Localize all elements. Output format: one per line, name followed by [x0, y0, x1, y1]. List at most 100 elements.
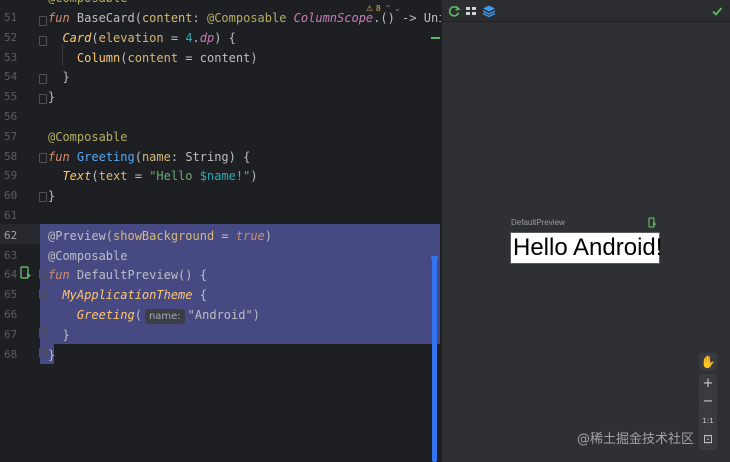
code-line[interactable]: 58 fun Greeting(name: String) { — [0, 147, 441, 167]
line-number: 62 — [4, 228, 18, 242]
code-token: ) { — [228, 149, 251, 164]
code-line[interactable]: 62 @Preview(showBackground = true) — [0, 226, 441, 246]
code-text: } — [48, 87, 55, 107]
code-line[interactable]: 57 @Composable — [0, 127, 441, 147]
preview-name-label: DefaultPreview — [511, 218, 565, 227]
code-token: Column — [76, 50, 121, 65]
code-token: = — [127, 169, 150, 184]
code-text: } — [48, 67, 70, 87]
code-text: Text(text = "Hello $name!") — [48, 166, 257, 186]
code-line[interactable]: 61 — [0, 206, 441, 226]
fold-marker[interactable] — [39, 153, 47, 163]
line-number: 54 — [4, 70, 18, 84]
fold-marker[interactable] — [39, 289, 47, 299]
inspection-widget[interactable]: ⚠ 8 ⌃ ⌄ — [366, 4, 401, 13]
code-token: @Composable — [48, 129, 128, 144]
fold-marker[interactable] — [39, 36, 47, 46]
code-token: = — [163, 30, 186, 45]
preview-run-icon[interactable] — [20, 266, 32, 280]
code-line[interactable]: 67 } — [0, 325, 441, 345]
device-icon[interactable] — [648, 217, 657, 228]
fold-marker[interactable] — [39, 192, 47, 202]
code-token: ) — [250, 50, 258, 65]
zoom-fit-button[interactable]: ⊡ — [699, 430, 717, 448]
code-line[interactable]: 59 Text(text = "Hello $name!") — [0, 166, 441, 186]
line-number: 58 — [4, 149, 18, 163]
editor-scrollbar[interactable] — [432, 258, 437, 462]
code-text: fun DefaultPreview() { — [48, 265, 207, 285]
code-token: name — [141, 149, 171, 164]
code-line[interactable]: 68} — [0, 345, 441, 365]
fold-marker[interactable] — [39, 348, 47, 358]
code-text: } — [48, 325, 69, 345]
line-number: 65 — [4, 288, 18, 302]
rendered-preview[interactable]: Hello Android! — [510, 232, 662, 264]
code-token: elevation — [98, 30, 164, 45]
code-token: ) { — [214, 30, 236, 45]
code-line[interactable]: 66 Greeting(name: "Android") — [0, 305, 441, 325]
zoom-out-button[interactable]: − — [699, 393, 717, 411]
inspection-nav-arrows[interactable]: ⌃ ⌄ — [385, 4, 401, 13]
code-token: ColumnScope — [286, 11, 374, 25]
fold-marker[interactable] — [39, 269, 47, 279]
code-text: @Composable — [48, 127, 127, 147]
fold-marker[interactable] — [39, 74, 47, 84]
layers-icon[interactable] — [482, 4, 496, 18]
code-token: Greeting — [76, 308, 135, 322]
code-token: fun — [48, 149, 70, 164]
line-number: 60 — [4, 189, 18, 203]
refresh-icon[interactable] — [447, 4, 461, 18]
code-line[interactable]: 54 } — [0, 67, 441, 87]
code-token: = — [214, 228, 236, 243]
line-number: 55 — [4, 90, 18, 104]
code-token: } — [48, 189, 56, 204]
code-token: } — [48, 347, 56, 362]
code-token: = — [178, 50, 200, 65]
code-text: } — [48, 186, 55, 206]
code-text: @Preview(showBackground = true) — [48, 226, 272, 246]
fold-marker[interactable] — [39, 328, 47, 338]
zoom-in-button[interactable]: + — [699, 375, 717, 393]
code-token: 4 — [185, 30, 193, 45]
code-line[interactable]: 53 Column(content = content) — [0, 48, 441, 68]
zoom-actual-size-button[interactable]: 1:1 — [699, 412, 717, 430]
code-token: fun — [48, 268, 70, 283]
line-number: 66 — [4, 308, 18, 321]
line-number: 63 — [4, 248, 18, 262]
line-number: 57 — [4, 129, 18, 143]
code-text: @Composable — [48, 0, 127, 8]
code-token: Text — [62, 169, 92, 184]
code-token: Unit — [423, 11, 441, 25]
pan-button[interactable]: ✋ — [699, 353, 717, 371]
preview-canvas[interactable]: DefaultPreview Hello Android! ✋ + − 1:1 … — [442, 22, 730, 462]
code-token: ) — [264, 228, 273, 243]
code-token: "Android") — [187, 308, 260, 322]
indent-guide — [62, 44, 63, 66]
code-token: @Preview( — [48, 228, 114, 243]
code-line[interactable]: 63 @Composable — [0, 246, 441, 266]
fold-marker[interactable] — [39, 16, 47, 26]
code-token: BaseCard( — [69, 11, 142, 25]
code-line[interactable]: 55} — [0, 87, 441, 107]
code-editor[interactable]: @Composable 51fun BaseCard(content: @Com… — [0, 0, 441, 462]
code-token: } — [48, 90, 56, 105]
line-number: 68 — [4, 347, 18, 361]
code-token: : — [170, 149, 186, 164]
code-token: ( — [91, 30, 99, 45]
code-line[interactable]: 65 MyApplicationTheme { — [0, 285, 441, 305]
code-token: : — [192, 11, 207, 25]
code-token: ( — [134, 149, 142, 164]
code-line[interactable]: 52 Card(elevation = 4.dp) { — [0, 28, 441, 48]
layout-grid-icon[interactable] — [464, 4, 478, 18]
zoom-controls: + − 1:1 ⊡ — [699, 374, 717, 450]
code-token: } — [48, 70, 70, 85]
line-number: 52 — [4, 30, 18, 44]
line-number: 51 — [4, 11, 18, 24]
code-line[interactable]: 64 fun DefaultPreview() { — [0, 265, 441, 285]
code-token: Greeting — [76, 149, 135, 164]
code-line[interactable]: 56 — [0, 107, 441, 127]
fold-marker[interactable] — [39, 94, 47, 104]
code-line[interactable]: 60} — [0, 186, 441, 206]
